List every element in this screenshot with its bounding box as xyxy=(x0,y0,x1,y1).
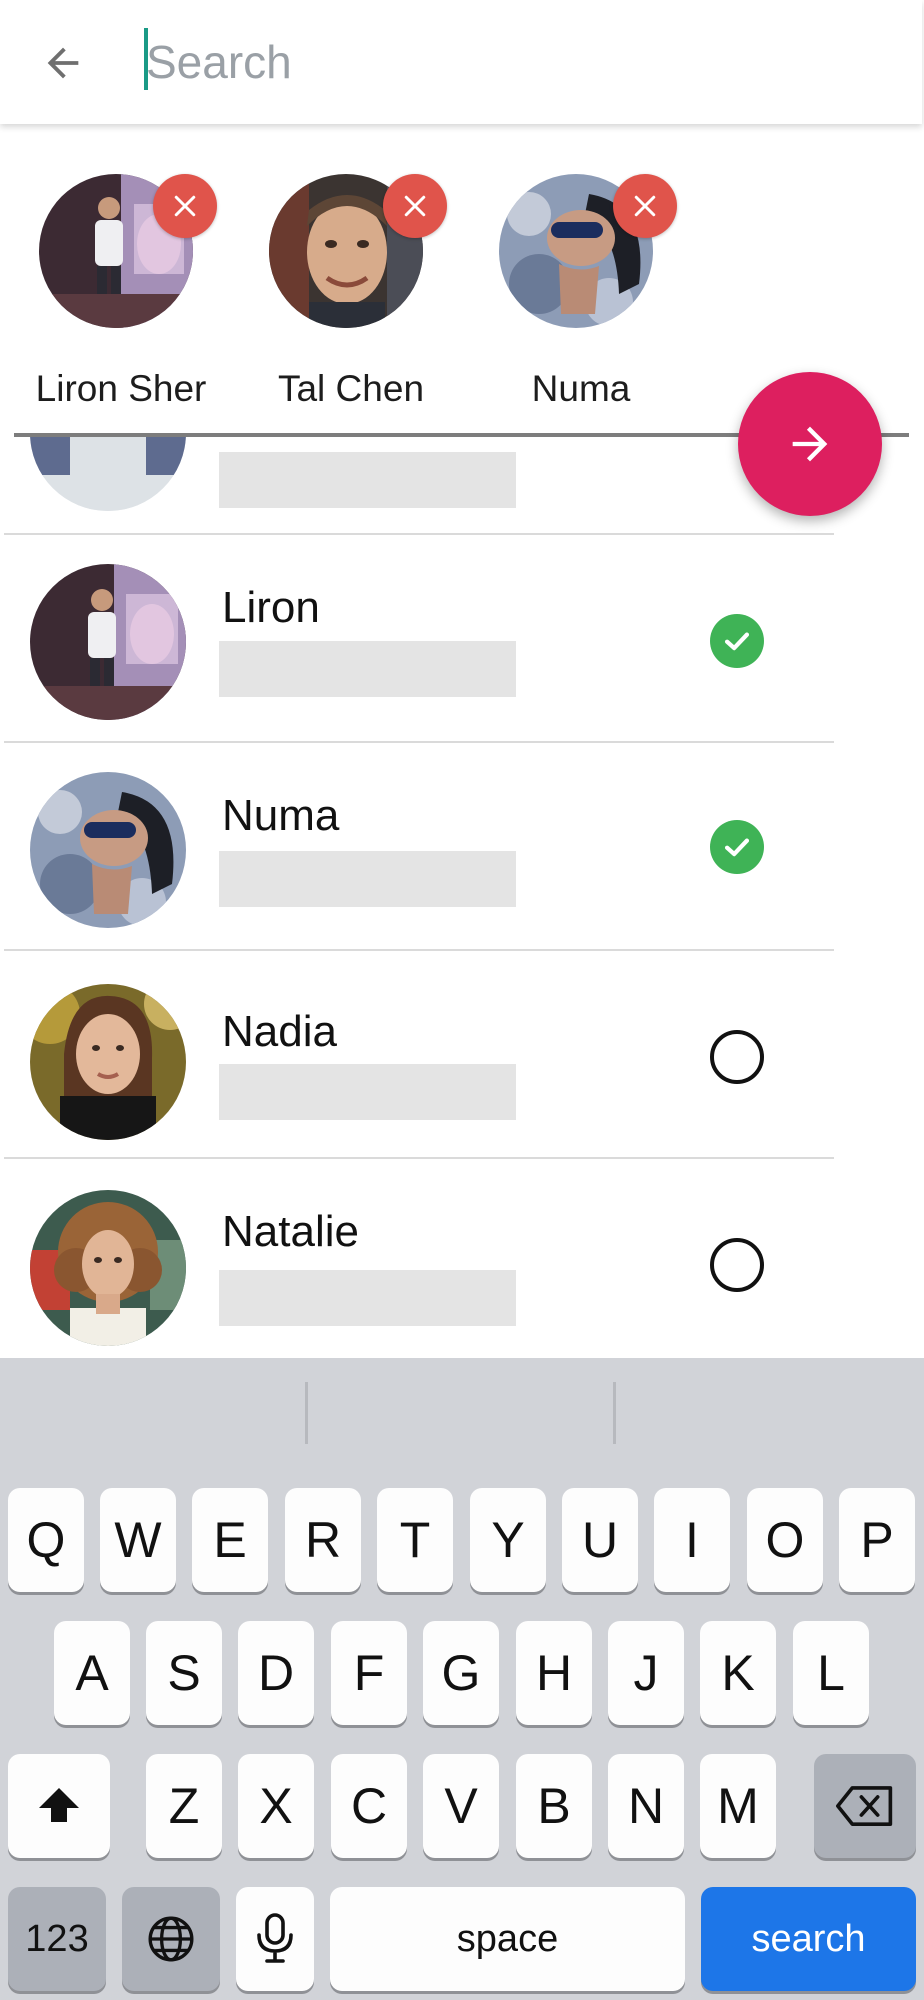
avatar xyxy=(30,1190,186,1346)
key-z[interactable]: Z xyxy=(146,1754,222,1858)
key-r[interactable]: R xyxy=(285,1488,361,1592)
key-x[interactable]: X xyxy=(238,1754,314,1858)
key-i[interactable]: I xyxy=(654,1488,730,1592)
remove-selected-button[interactable] xyxy=(613,174,677,238)
close-icon xyxy=(404,195,426,217)
remove-selected-button[interactable] xyxy=(153,174,217,238)
selected-name: Liron Sher xyxy=(35,368,207,409)
contact-name: Natalie xyxy=(222,1207,359,1256)
key-d[interactable]: D xyxy=(238,1621,314,1725)
close-icon xyxy=(174,195,196,217)
contact-checkbox[interactable] xyxy=(710,820,764,874)
contact-checkbox[interactable] xyxy=(710,614,764,668)
contact-detail-placeholder xyxy=(219,1270,516,1326)
contact-name: Liron xyxy=(222,583,320,632)
key-h[interactable]: H xyxy=(516,1621,592,1725)
key-w[interactable]: W xyxy=(100,1488,176,1592)
check-icon xyxy=(724,632,750,651)
contact-detail-placeholder xyxy=(219,851,516,907)
space-key[interactable]: space xyxy=(330,1887,685,1991)
list-item[interactable]: Numa xyxy=(0,743,924,951)
on-screen-keyboard: Q W E R T Y U I O P A S D F G H J K L Z … xyxy=(0,1358,924,2000)
contact-checkbox[interactable] xyxy=(710,1030,764,1084)
next-button[interactable] xyxy=(738,372,882,516)
contact-detail-placeholder xyxy=(219,1064,516,1120)
contact-list: Liron Numa Nadia Natalie xyxy=(0,437,924,1359)
key-j[interactable]: J xyxy=(608,1621,684,1725)
selected-name: Numa xyxy=(531,368,631,409)
check-icon xyxy=(724,838,750,857)
arrow-right-icon xyxy=(792,426,828,462)
close-icon xyxy=(634,195,656,217)
globe-icon xyxy=(148,1916,194,1962)
backspace-key[interactable] xyxy=(814,1754,916,1858)
key-t[interactable]: T xyxy=(377,1488,453,1592)
shift-key[interactable] xyxy=(8,1754,110,1858)
remove-selected-button[interactable] xyxy=(383,174,447,238)
selected-chip: Liron Sher xyxy=(11,148,217,409)
search-key[interactable]: search xyxy=(701,1887,916,1991)
contact-checkbox[interactable] xyxy=(710,1238,764,1292)
list-item[interactable]: Nadia xyxy=(0,951,924,1159)
arrow-left-icon xyxy=(47,47,79,79)
key-a[interactable]: A xyxy=(54,1621,130,1725)
key-b[interactable]: B xyxy=(516,1754,592,1858)
selected-chip: Numa xyxy=(471,148,677,409)
backspace-icon xyxy=(836,1786,893,1826)
list-item[interactable]: Natalie xyxy=(0,1159,924,1359)
search-input[interactable] xyxy=(144,28,884,96)
search-key-label: search xyxy=(751,1917,866,1960)
back-button[interactable] xyxy=(30,30,96,96)
key-l[interactable]: L xyxy=(793,1621,869,1725)
avatar xyxy=(30,437,186,511)
key-u[interactable]: U xyxy=(562,1488,638,1592)
key-q[interactable]: Q xyxy=(8,1488,84,1592)
key-f[interactable]: F xyxy=(331,1621,407,1725)
unchecked-radio xyxy=(710,1030,764,1084)
search-header xyxy=(0,0,922,124)
numbers-key-label: 123 xyxy=(25,1917,89,1960)
key-p[interactable]: P xyxy=(839,1488,915,1592)
list-item[interactable]: Liron xyxy=(0,535,924,743)
key-m[interactable]: M xyxy=(700,1754,776,1858)
key-e[interactable]: E xyxy=(192,1488,268,1592)
key-g[interactable]: G xyxy=(423,1621,499,1725)
shift-arrow-icon xyxy=(39,1788,79,1822)
selected-chip: Tal Chen xyxy=(241,148,447,409)
key-k[interactable]: K xyxy=(700,1621,776,1725)
contact-detail-placeholder xyxy=(219,452,516,508)
globe-key[interactable] xyxy=(122,1887,220,1991)
text-caret xyxy=(144,28,148,90)
key-y[interactable]: Y xyxy=(470,1488,546,1592)
avatar xyxy=(30,984,186,1140)
key-n[interactable]: N xyxy=(608,1754,684,1858)
contact-name: Nadia xyxy=(222,1007,337,1056)
selected-name: Tal Chen xyxy=(277,368,425,409)
microphone-key[interactable] xyxy=(236,1887,314,1991)
space-key-label: space xyxy=(456,1917,559,1960)
avatar xyxy=(30,564,186,720)
contact-name: Numa xyxy=(222,791,340,840)
avatar xyxy=(30,772,186,928)
numbers-key[interactable]: 123 xyxy=(8,1887,106,1991)
suggestion-separator xyxy=(305,1382,308,1444)
unchecked-radio xyxy=(710,1238,764,1292)
key-c[interactable]: C xyxy=(331,1754,407,1858)
microphone-icon xyxy=(257,1913,293,1963)
key-v[interactable]: V xyxy=(423,1754,499,1858)
contact-detail-placeholder xyxy=(219,641,516,697)
suggestion-separator xyxy=(613,1382,616,1444)
key-s[interactable]: S xyxy=(146,1621,222,1725)
key-o[interactable]: O xyxy=(747,1488,823,1592)
